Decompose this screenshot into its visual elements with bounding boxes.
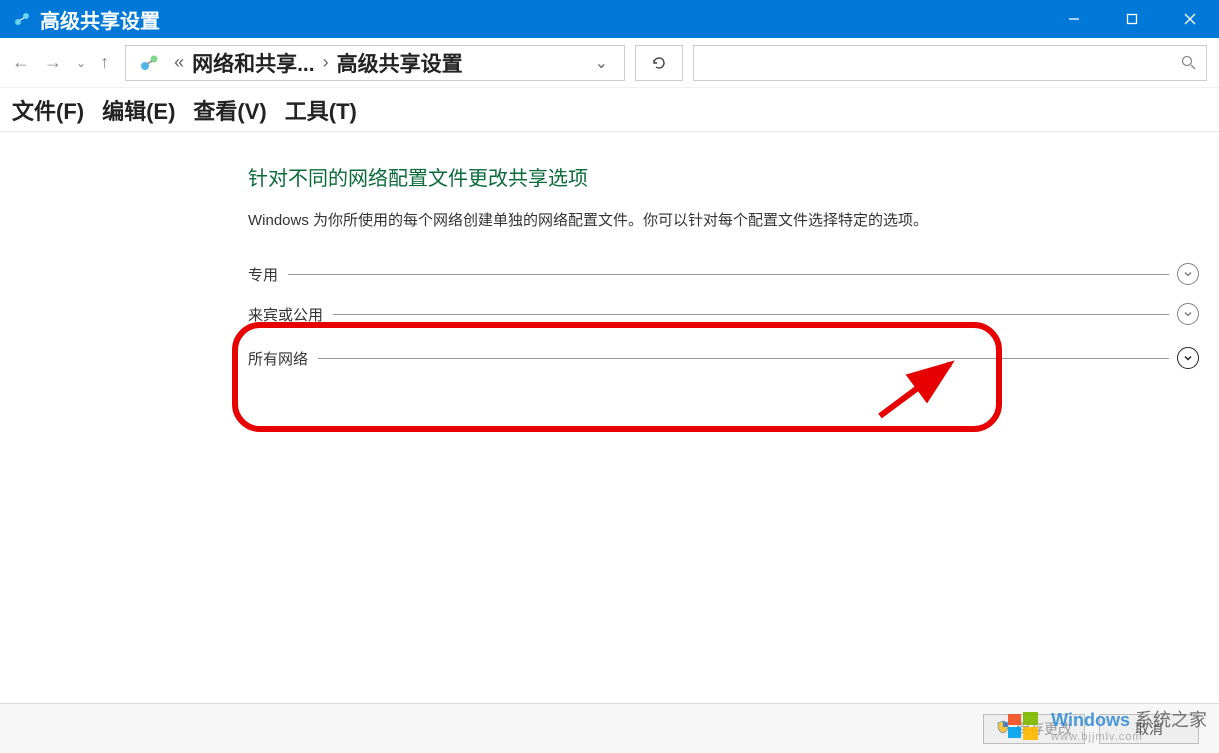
menu-bar: 文件(F) 编辑(E) 查看(V) 工具(T) (0, 88, 1219, 132)
watermark-brand-cn: 系统之家 (1135, 710, 1207, 730)
page-description: Windows 为你所使用的每个网络创建单独的网络配置文件。你可以针对每个配置文… (248, 209, 1199, 230)
section-label: 来宾或公用 (248, 304, 333, 325)
close-button[interactable] (1161, 0, 1219, 38)
section-guest-public[interactable]: 来宾或公用 (248, 294, 1199, 334)
breadcrumb-sep: › (323, 52, 329, 73)
menu-tools[interactable]: 工具(T) (285, 94, 357, 126)
search-icon (1181, 55, 1196, 70)
networking-icon (138, 52, 160, 74)
up-button[interactable]: ↑ (100, 52, 109, 73)
search-input[interactable] (693, 45, 1207, 81)
networking-icon (14, 11, 30, 27)
nav-arrows: ← → ⌄ ↑ (12, 52, 115, 73)
titlebar: 高级共享设置 (0, 0, 1219, 38)
minimize-button[interactable] (1045, 0, 1103, 38)
content-area: 针对不同的网络配置文件更改共享选项 Windows 为你所使用的每个网络创建单独… (0, 132, 1219, 378)
section-divider (288, 274, 1169, 275)
address-bar[interactable]: « 网络和共享... › 高级共享设置 ⌄ (125, 45, 625, 81)
chevron-down-icon[interactable] (1177, 263, 1199, 285)
menu-edit[interactable]: 编辑(E) (102, 94, 175, 126)
section-all-networks[interactable]: 所有网络 (248, 338, 1199, 378)
section-label: 专用 (248, 264, 288, 285)
recent-dropdown[interactable]: ⌄ (76, 56, 86, 70)
section-private[interactable]: 专用 (248, 254, 1199, 294)
navigation-row: ← → ⌄ ↑ « 网络和共享... › 高级共享设置 ⌄ (0, 38, 1219, 88)
breadcrumb-dropdown-icon[interactable]: ⌄ (585, 53, 618, 73)
window-controls (1045, 0, 1219, 38)
section-label: 所有网络 (248, 348, 318, 369)
titlebar-left: 高级共享设置 (0, 5, 160, 34)
watermark-brand: Windows (1051, 710, 1130, 730)
section-divider (333, 314, 1169, 315)
breadcrumb-current[interactable]: 高级共享设置 (337, 48, 463, 78)
chevron-down-icon[interactable] (1177, 303, 1199, 325)
back-button[interactable]: ← (12, 52, 30, 73)
maximize-button[interactable] (1103, 0, 1161, 38)
breadcrumb-sep: « (174, 52, 184, 73)
chevron-down-icon[interactable] (1177, 347, 1199, 369)
watermark-url: www.bjjmlv.com (1051, 731, 1207, 743)
source-watermark: Windows 系统之家 www.bjjmlv.com (1005, 709, 1207, 745)
section-divider (318, 358, 1169, 359)
breadcrumb-parent[interactable]: 网络和共享... (192, 48, 315, 78)
windows-logo-icon (1005, 709, 1041, 745)
window-title: 高级共享设置 (40, 5, 160, 34)
page-heading: 针对不同的网络配置文件更改共享选项 (248, 162, 1199, 191)
refresh-button[interactable] (635, 45, 683, 81)
menu-view[interactable]: 查看(V) (193, 94, 266, 126)
forward-button[interactable]: → (44, 52, 62, 73)
menu-file[interactable]: 文件(F) (12, 94, 84, 126)
